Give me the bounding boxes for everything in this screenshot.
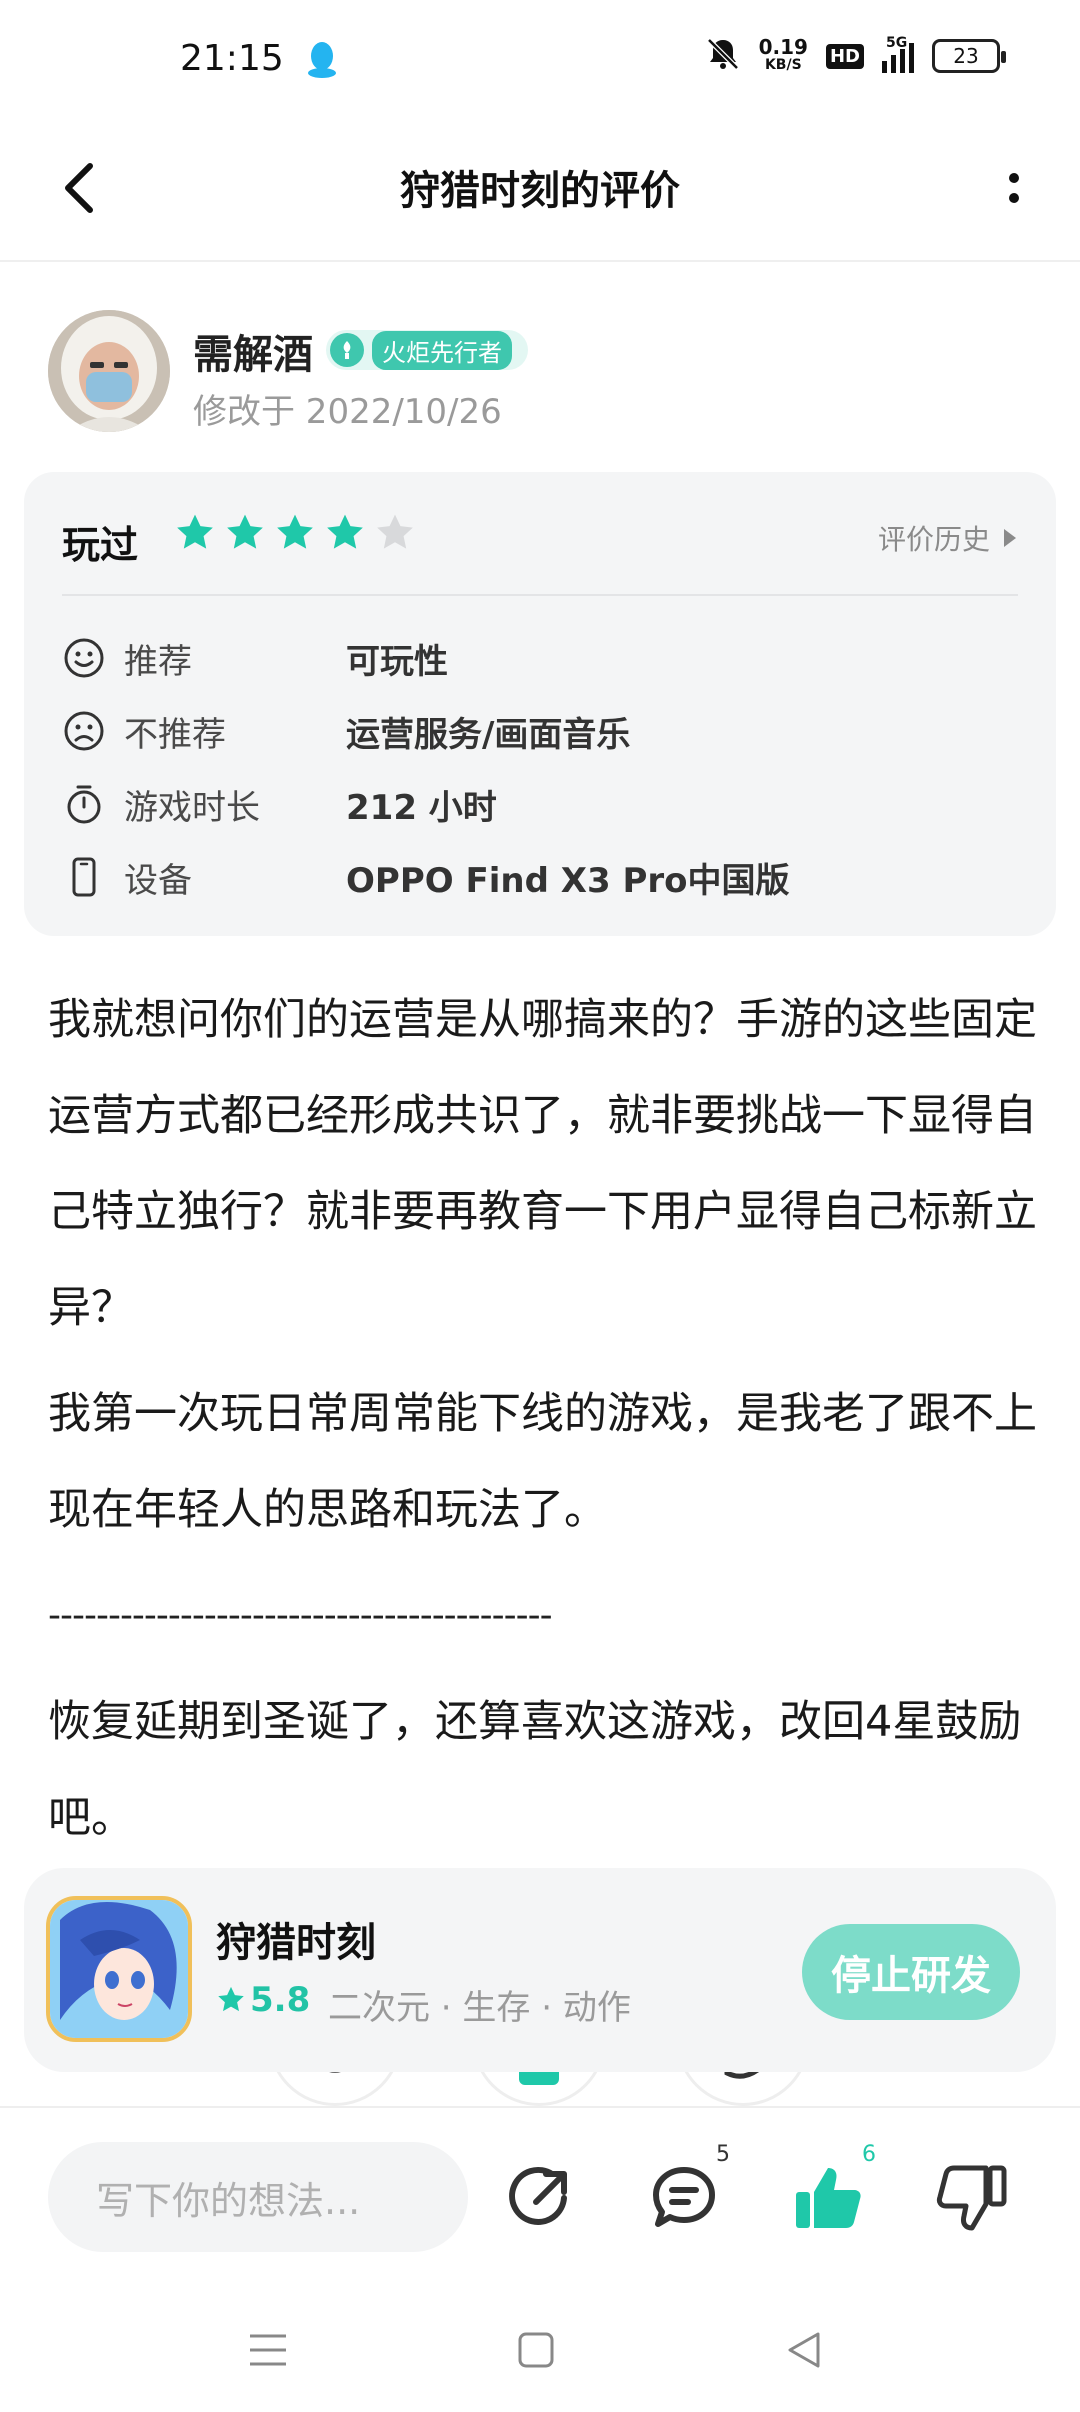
played-label: 玩过 — [62, 523, 139, 567]
comment-icon — [653, 2167, 715, 2227]
badge-label: 火炬先行者 — [372, 330, 512, 370]
info-label: 不推荐 — [124, 714, 226, 755]
star-icon-empty — [377, 514, 413, 549]
peek-dislike-button — [676, 2072, 810, 2106]
game-name: 狩猎时刻 — [216, 1920, 376, 1966]
star-icon-filled — [277, 514, 313, 549]
comment-input[interactable]: 写下你的想法... — [48, 2142, 468, 2252]
game-icon[interactable] — [46, 1896, 192, 2042]
back-nav-button[interactable] — [774, 2320, 834, 2380]
info-value: 可玩性 — [346, 641, 448, 682]
review-info-card: 玩过 评价历史 推荐 可玩性 不推荐 运营服务/画面音乐 游戏时长 212 小时 — [24, 472, 1056, 936]
system-navigation-bar — [0, 2276, 1080, 2412]
battery-icon: 23 — [932, 39, 1006, 73]
game-status-button[interactable]: 停止研发 — [802, 1924, 1020, 2020]
peek-share-button — [268, 2072, 402, 2106]
info-value: OPPO Find X3 Pro中国版 — [346, 860, 790, 901]
dislike-button[interactable] — [932, 2158, 1012, 2238]
back-triangle-icon — [788, 2332, 820, 2368]
app-header: 狩猎时刻的评价 — [0, 120, 1080, 262]
share-icon — [509, 2167, 567, 2225]
review-paragraph: 恢复延期到圣诞了，还算喜欢这游戏，改回4星鼓励吧。 — [48, 1697, 1022, 1843]
more-vertical-icon — [1009, 173, 1019, 183]
info-label: 推荐 — [124, 641, 192, 682]
info-row-playtime: 游戏时长 212 小时 — [62, 776, 1022, 832]
star-icon-filled — [327, 514, 363, 549]
signal-icon: 5G — [882, 35, 914, 73]
torch-icon — [330, 333, 364, 367]
review-date: 修改于 2022/10/26 — [193, 392, 502, 432]
info-value: 运营服务/画面音乐 — [346, 714, 631, 755]
smile-icon — [62, 636, 106, 680]
frown-icon — [62, 709, 106, 753]
status-bar: 21:15 0.19 KB/S HD 5G 23 — [0, 0, 1080, 120]
rating-history-link[interactable]: 评价历史 — [878, 518, 1016, 558]
home-square-icon — [518, 2332, 554, 2368]
separator-line: ----------------------------------------… — [48, 1595, 553, 1636]
review-author: 需解酒 火炬先行者 修改于 2022/10/26 — [48, 310, 1028, 440]
info-row-not-recommend: 不推荐 运营服务/画面音乐 — [62, 703, 1022, 759]
rating-history-label: 评价历史 — [877, 523, 990, 556]
hd-badge: HD — [825, 43, 864, 69]
comment-count: 5 — [716, 2142, 730, 2167]
share-button[interactable] — [500, 2158, 580, 2238]
game-score-value: 5.8 — [250, 1980, 311, 2020]
star-icon-filled — [227, 514, 263, 549]
rating-stars — [174, 512, 416, 554]
page-title: 狩猎时刻的评价 — [400, 168, 680, 214]
game-score: 5.8 — [216, 1980, 310, 2020]
stopwatch-icon — [62, 782, 106, 826]
mute-bell-icon — [705, 36, 741, 76]
like-button[interactable] — [788, 2158, 868, 2238]
phone-icon — [62, 855, 106, 899]
review-paragraph: 我第一次玩日常周常能下线的游戏，是我老了跟不上现在年轻人的思路和玩法了。 — [48, 1389, 1037, 1535]
game-tags: 二次元 · 生存 · 动作 — [328, 1988, 631, 2028]
card-divider — [62, 594, 1018, 596]
info-label: 游戏时长 — [124, 787, 260, 828]
net-speed-value: 0.19 — [758, 35, 808, 59]
peek-like-button — [472, 2072, 606, 2106]
game-card[interactable]: 狩猎时刻 5.8 二次元 · 生存 · 动作 停止研发 — [24, 1868, 1056, 2072]
review-content: 我就想问你们的运营是从哪搞来的？手游的这些固定运营方式都已经形成共识了，就非要挑… — [48, 972, 1038, 1876]
play-arrow-icon — [1004, 529, 1016, 547]
status-time: 21:15 — [180, 38, 284, 79]
review-paragraph: 我就想问你们的运营是从哪搞来的？手游的这些固定运营方式都已经形成共识了，就非要挑… — [48, 995, 1037, 1333]
net-speed: 0.19 KB/S — [758, 35, 808, 74]
star-icon — [218, 1986, 244, 2012]
comment-button[interactable] — [644, 2158, 724, 2238]
home-nav-button[interactable] — [506, 2320, 566, 2380]
menu-icon — [250, 2334, 286, 2366]
menu-nav-button[interactable] — [238, 2320, 298, 2380]
info-value: 212 小时 — [346, 787, 497, 828]
info-row-recommend: 推荐 可玩性 — [62, 630, 1022, 686]
battery-level: 23 — [953, 44, 979, 68]
avatar[interactable] — [48, 310, 170, 432]
more-button[interactable] — [984, 148, 1044, 228]
info-label: 设备 — [124, 860, 192, 901]
author-name[interactable]: 需解酒 — [193, 322, 313, 380]
bottom-action-bar: 写下你的想法... 5 6 — [0, 2106, 1080, 2276]
qq-icon — [306, 40, 338, 80]
thumbs-down-icon — [936, 2165, 1007, 2231]
author-badge[interactable]: 火炬先行者 — [326, 330, 528, 370]
network-type: 5G — [886, 35, 908, 51]
net-speed-unit: KB/S — [764, 57, 802, 73]
thumbs-up-icon — [796, 2168, 861, 2228]
like-count: 6 — [862, 2142, 876, 2167]
star-icon-filled — [177, 514, 213, 549]
info-row-device: 设备 OPPO Find X3 Pro中国版 — [62, 849, 1022, 905]
